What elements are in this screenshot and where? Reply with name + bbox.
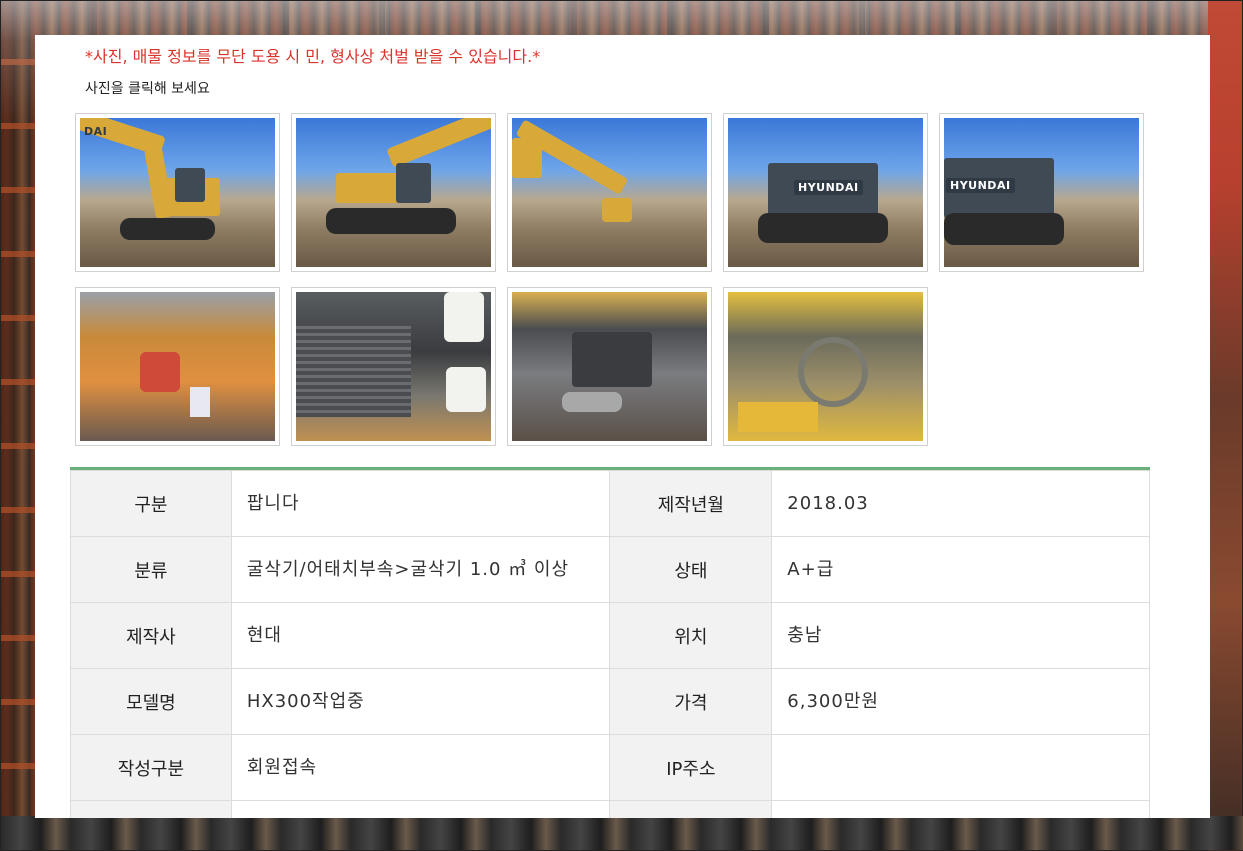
- table-row: 구분 팝니다 제작년월 2018.03: [70, 470, 1150, 537]
- spec-table: 구분 팝니다 제작년월 2018.03 분류 굴삭기/어태치부속>굴삭기 1.0…: [70, 470, 1150, 818]
- photo-thumbnail-4[interactable]: HYUNDAI: [723, 113, 928, 272]
- spec-value: 2018.03: [771, 470, 1150, 537]
- spec-value: 팝니다: [230, 470, 611, 537]
- spec-label: 상태: [609, 536, 773, 603]
- spec-value: [771, 734, 1150, 801]
- photo-thumbnail-1[interactable]: DAI: [75, 113, 280, 272]
- excavator-photo: [512, 118, 707, 267]
- spec-label: 위치: [609, 602, 773, 669]
- spec-label: 가격: [609, 668, 773, 735]
- brand-label: HYUNDAI: [946, 178, 1015, 193]
- spec-value: 현대: [230, 602, 611, 669]
- brand-label: DAI: [84, 125, 108, 138]
- photo-thumbnail-5[interactable]: HYUNDAI: [939, 113, 1144, 272]
- copyright-warning: *사진, 매물 정보를 무단 도용 시 민, 형사상 처벌 받을 수 있습니다.…: [85, 47, 541, 66]
- photo-thumbnail-3[interactable]: [507, 113, 712, 272]
- spec-value: 충남: [771, 602, 1150, 669]
- background-floor: [1, 816, 1243, 850]
- spec-label: IP주소: [609, 734, 773, 801]
- spec-label: [609, 800, 773, 818]
- table-row: [70, 800, 1150, 818]
- table-row: 모델명 HX300작업중 가격 6,300만원: [70, 668, 1150, 735]
- spec-value: [230, 800, 611, 818]
- background-wall: [1208, 1, 1242, 851]
- photo-thumbnail-2[interactable]: [291, 113, 496, 272]
- table-row: 제작사 현대 위치 충남: [70, 602, 1150, 669]
- photo-thumbnail-6[interactable]: [75, 287, 280, 446]
- spec-value: [771, 800, 1150, 818]
- spec-value: A+급: [771, 536, 1150, 603]
- listing-panel: *사진, 매물 정보를 무단 도용 시 민, 형사상 처벌 받을 수 있습니다.…: [35, 35, 1210, 818]
- spec-label: 모델명: [70, 668, 232, 735]
- cables-photo: [728, 292, 923, 441]
- spec-label: [70, 800, 232, 818]
- engine-photo: [512, 292, 707, 441]
- table-row: 분류 굴삭기/어태치부속>굴삭기 1.0 ㎥ 이상 상태 A+급: [70, 536, 1150, 603]
- spec-label: 작성구분: [70, 734, 232, 801]
- radiator-photo: [296, 292, 491, 441]
- excavator-photo: DAI: [80, 118, 275, 267]
- spec-value: 굴삭기/어태치부속>굴삭기 1.0 ㎥ 이상: [230, 536, 611, 603]
- brand-label: HYUNDAI: [794, 180, 863, 195]
- spec-label: 제작년월: [609, 470, 773, 537]
- excavator-photo: [296, 118, 491, 267]
- spec-value: HX300작업중: [230, 668, 611, 735]
- photo-thumbnail-7[interactable]: [291, 287, 496, 446]
- engine-photo: [80, 292, 275, 441]
- spec-label: 분류: [70, 536, 232, 603]
- spec-value: 회원접속: [230, 734, 611, 801]
- photo-thumbnail-9[interactable]: [723, 287, 928, 446]
- photo-thumbnail-8[interactable]: [507, 287, 712, 446]
- photo-click-hint: 사진을 클릭해 보세요: [85, 81, 210, 97]
- spec-label: 구분: [70, 470, 232, 537]
- excavator-photo: HYUNDAI: [944, 118, 1139, 267]
- spec-value: 6,300만원: [771, 668, 1150, 735]
- spec-label: 제작사: [70, 602, 232, 669]
- excavator-photo: HYUNDAI: [728, 118, 923, 267]
- table-row: 작성구분 회원접속 IP주소: [70, 734, 1150, 801]
